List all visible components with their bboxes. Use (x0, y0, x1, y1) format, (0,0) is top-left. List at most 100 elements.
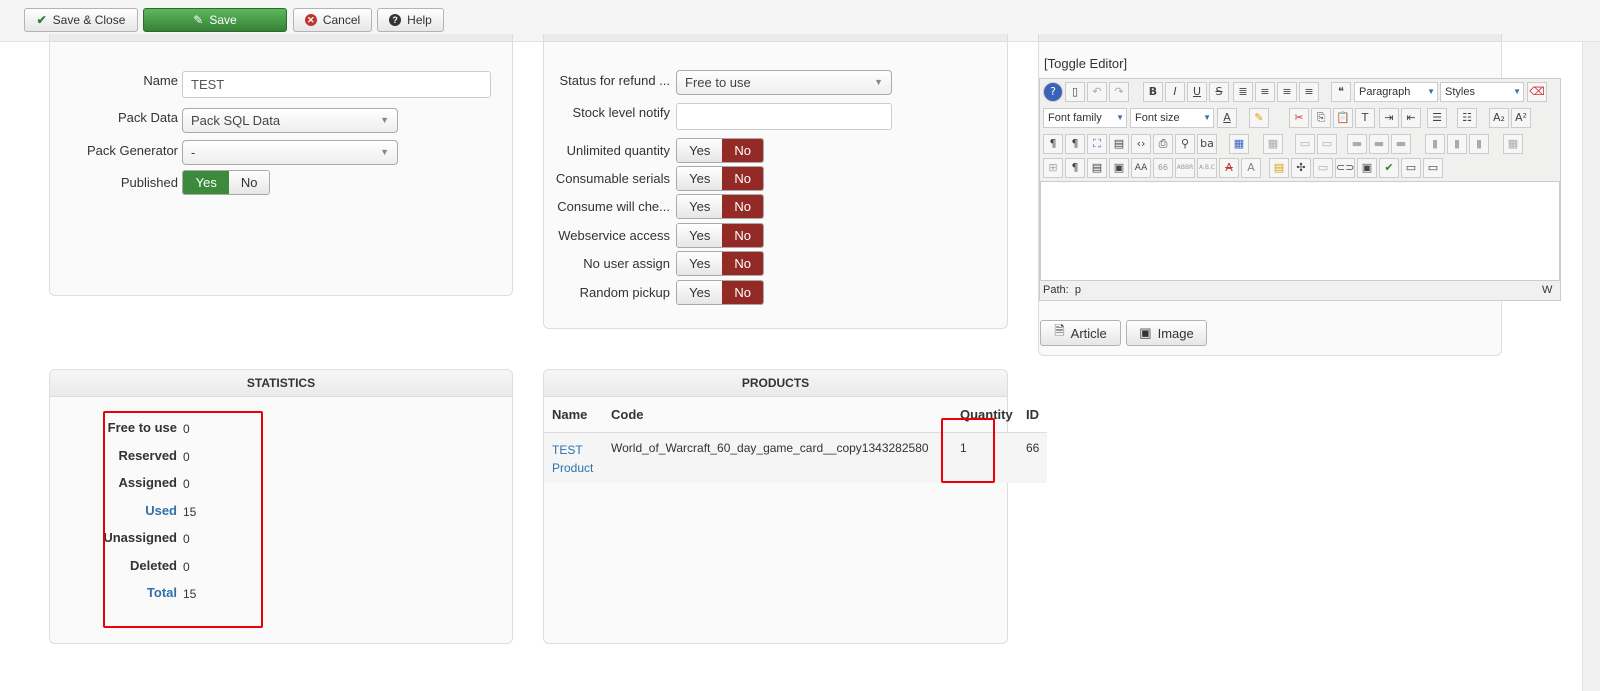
pack-generator-select[interactable]: - ▼ (182, 140, 398, 165)
layer-icon[interactable]: ✣ (1291, 158, 1311, 178)
random-pickup-toggle[interactable]: Yes No (676, 280, 764, 305)
toggle-no[interactable]: No (722, 167, 763, 190)
eraser-icon[interactable]: ⌫ (1527, 82, 1547, 102)
toggle-no[interactable]: No (722, 195, 763, 218)
webservice-access-toggle[interactable]: Yes No (676, 223, 764, 248)
underline-icon[interactable]: U (1187, 82, 1207, 102)
toggle-no[interactable]: No (722, 139, 763, 162)
published-no[interactable]: No (229, 171, 269, 194)
new-document-icon[interactable]: ▯ (1065, 82, 1085, 102)
bold-icon[interactable]: B (1143, 82, 1163, 102)
font-size-select[interactable]: Font size ▼ (1130, 108, 1214, 128)
pagebreak-icon[interactable]: ▭ (1423, 158, 1443, 178)
ltr-icon[interactable]: ¶ (1043, 134, 1063, 154)
preview-icon[interactable]: ▤ (1109, 134, 1129, 154)
indent-icon[interactable]: ⇥ (1379, 108, 1399, 128)
blockquote-icon[interactable]: ❝ (1331, 82, 1351, 102)
toggle-editor-link[interactable]: [Toggle Editor] (1044, 56, 1127, 71)
undo-icon[interactable]: ↶ (1087, 82, 1107, 102)
paste-text-icon[interactable]: T (1355, 108, 1375, 128)
toggle-no[interactable]: No (722, 224, 763, 247)
numbered-list-icon[interactable]: ☷ (1457, 108, 1477, 128)
font-family-select[interactable]: Font family ▼ (1043, 108, 1127, 128)
split-cells-icon[interactable]: ▦ (1503, 134, 1523, 154)
superscript-icon[interactable]: A² (1511, 108, 1531, 128)
pack-data-select[interactable]: Pack SQL Data ▼ (182, 108, 398, 133)
delete-col-icon[interactable]: ▮ (1469, 134, 1489, 154)
bullet-list-icon[interactable]: ☰ (1427, 108, 1447, 128)
unlimited-quantity-toggle[interactable]: Yes No (676, 138, 764, 163)
align-justify-icon[interactable]: ≣ (1233, 82, 1253, 102)
code-icon[interactable]: ‹› (1131, 134, 1151, 154)
style-props-icon[interactable]: AA (1131, 158, 1151, 178)
insertion-icon[interactable]: A (1241, 158, 1261, 178)
toggle-yes[interactable]: Yes (677, 224, 723, 247)
insert-row-before-icon[interactable]: ▬ (1347, 134, 1367, 154)
print-icon[interactable]: ⎙ (1153, 134, 1173, 154)
toggle-yes[interactable]: Yes (677, 252, 723, 275)
published-yes[interactable]: Yes (183, 171, 230, 194)
no-user-assign-toggle[interactable]: Yes No (676, 251, 764, 276)
consume-will-check-toggle[interactable]: Yes No (676, 194, 764, 219)
link-icon[interactable]: ⊂⊃ (1335, 158, 1355, 178)
highlight-icon[interactable]: ✎ (1249, 108, 1269, 128)
delete-row-icon[interactable]: ▬ (1391, 134, 1411, 154)
align-left-icon[interactable]: ≡ (1277, 82, 1297, 102)
toggle-yes[interactable]: Yes (677, 195, 723, 218)
media-icon[interactable]: ▣ (1357, 158, 1377, 178)
cell-props-icon[interactable]: ▭ (1317, 134, 1337, 154)
consumable-serials-toggle[interactable]: Yes No (676, 166, 764, 191)
published-toggle[interactable]: Yes No (182, 170, 270, 195)
row-props-icon[interactable]: ▭ (1295, 134, 1315, 154)
spellcheck-icon[interactable]: ✔ (1379, 158, 1399, 178)
deletion-icon[interactable]: A (1219, 158, 1239, 178)
pilcrow-icon[interactable]: ¶ (1065, 158, 1085, 178)
toggle-no[interactable]: No (722, 252, 763, 275)
paste-icon[interactable]: 📋 (1333, 108, 1353, 128)
fullscreen-icon[interactable]: ⛶ (1087, 134, 1107, 154)
help-icon[interactable]: ? (1043, 82, 1063, 102)
attributes-icon[interactable]: ▤ (1269, 158, 1289, 178)
horizontal-rule-icon[interactable]: ▭ (1401, 158, 1421, 178)
template-icon[interactable]: ▤ (1087, 158, 1107, 178)
editor-content-area[interactable] (1040, 181, 1560, 281)
save-button[interactable]: ✎ Save (143, 8, 287, 32)
rtl-icon[interactable]: ¶ (1065, 134, 1085, 154)
cut-icon[interactable]: ✂ (1289, 108, 1309, 128)
copy-icon[interactable]: ⎘ (1311, 108, 1331, 128)
find-icon[interactable]: ⚲ (1175, 134, 1195, 154)
table-icon[interactable]: ▦ (1229, 134, 1249, 154)
acronym-icon[interactable]: A.B.C (1197, 158, 1217, 178)
absolute-icon[interactable]: ▭ (1313, 158, 1333, 178)
cite-icon[interactable]: 66 (1153, 158, 1173, 178)
cancel-button[interactable]: ✕ Cancel (293, 8, 372, 32)
name-input[interactable]: TEST (182, 71, 491, 98)
status-refund-select[interactable]: Free to use ▼ (676, 70, 892, 95)
abbr-icon[interactable]: ABBR (1175, 158, 1195, 178)
scrollbar[interactable] (1582, 42, 1600, 691)
product-name-link[interactable]: TEST Product (552, 441, 593, 477)
styles-select[interactable]: Styles ▼ (1440, 82, 1524, 102)
strikethrough-icon[interactable]: S (1209, 82, 1229, 102)
toggle-yes[interactable]: Yes (677, 139, 723, 162)
toggle-no[interactable]: No (722, 281, 763, 304)
image-icon[interactable]: ▣ (1109, 158, 1129, 178)
align-center-icon[interactable]: ≡ (1255, 82, 1275, 102)
image-button[interactable]: ▣ Image (1126, 320, 1207, 346)
visual-aid-icon[interactable]: ⊞ (1043, 158, 1063, 178)
insert-col-after-icon[interactable]: ▮ (1447, 134, 1467, 154)
toggle-yes[interactable]: Yes (677, 281, 723, 304)
align-right-icon[interactable]: ≡ (1299, 82, 1319, 102)
help-button[interactable]: ? Help (377, 8, 444, 32)
save-close-button[interactable]: ✔ Save & Close (24, 8, 138, 32)
insert-col-before-icon[interactable]: ▮ (1425, 134, 1445, 154)
outdent-icon[interactable]: ⇤ (1401, 108, 1421, 128)
stock-notify-input[interactable] (676, 103, 892, 130)
italic-icon[interactable]: I (1165, 82, 1185, 102)
delete-table-icon[interactable]: ▦ (1263, 134, 1283, 154)
paragraph-select[interactable]: Paragraph ▼ (1354, 82, 1438, 102)
insert-row-after-icon[interactable]: ▬ (1369, 134, 1389, 154)
redo-icon[interactable]: ↷ (1109, 82, 1129, 102)
toggle-yes[interactable]: Yes (677, 167, 723, 190)
subscript-icon[interactable]: A₂ (1489, 108, 1509, 128)
